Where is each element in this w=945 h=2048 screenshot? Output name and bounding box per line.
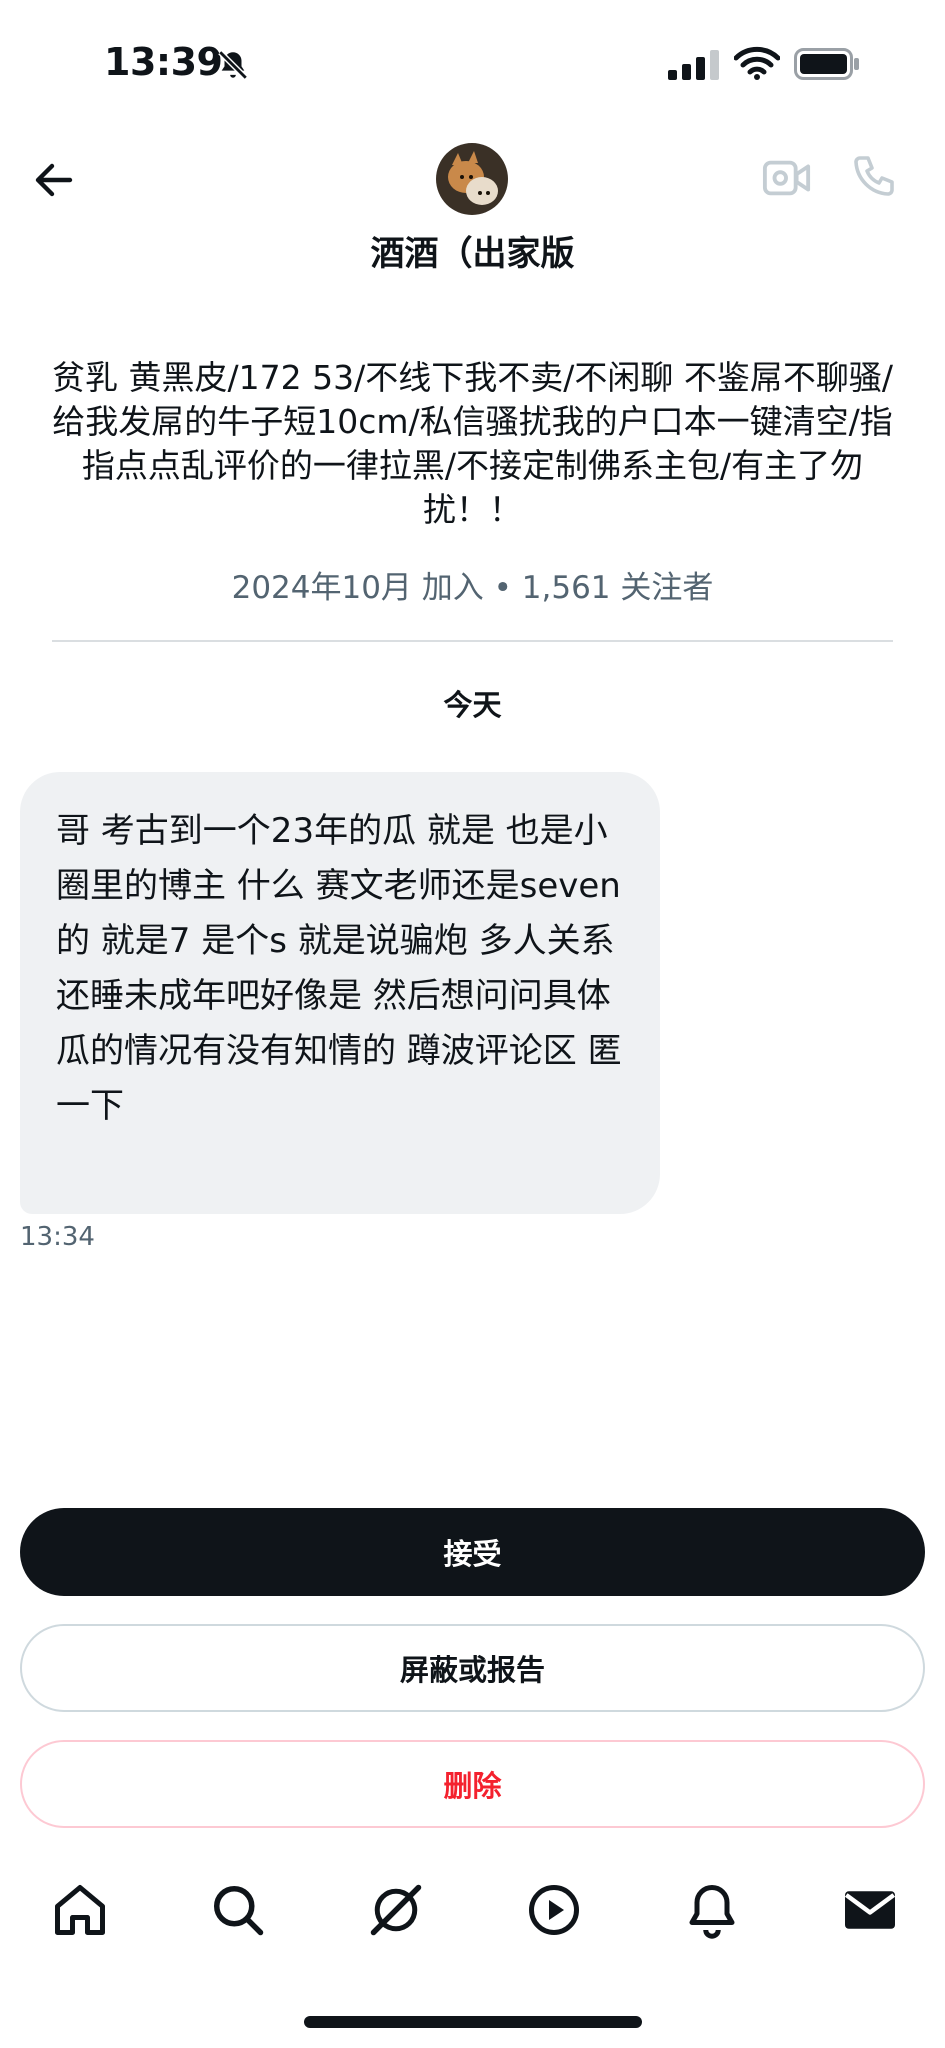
video-call-icon[interactable] <box>762 156 812 200</box>
block-report-button[interactable]: 屏蔽或报告 <box>20 1624 925 1712</box>
grok-icon[interactable] <box>366 1880 426 1940</box>
profile-bio: 贫乳 黄黑皮/172 53/不线下我不卖/不闲聊 不鉴屌不聊骚/给我发屌的牛子短… <box>52 358 893 529</box>
back-arrow-icon[interactable] <box>30 156 78 204</box>
delete-button[interactable]: 删除 <box>20 1740 925 1828</box>
bell-icon[interactable] <box>682 1880 742 1940</box>
wifi-icon <box>734 46 780 80</box>
profile-name[interactable]: 酒酒（出家版 <box>0 226 945 275</box>
bell-off-icon <box>218 50 248 80</box>
bottom-tab-bar <box>0 1880 945 1960</box>
search-icon[interactable] <box>208 1880 268 1940</box>
home-icon[interactable] <box>50 1880 110 1940</box>
accept-button[interactable]: 接受 <box>20 1508 925 1596</box>
cellular-signal-icon <box>668 50 719 80</box>
phone-call-icon[interactable] <box>850 152 898 200</box>
divider <box>52 640 893 642</box>
status-time: 13:39 <box>104 40 223 84</box>
profile-meta: 2024年10月 加入 • 1,561 关注者 <box>231 570 714 606</box>
message-text: 哥 考古到一个23年的瓜 就是 也是小圈里的博主 什么 赛文老师还是seven的… <box>56 811 626 1126</box>
battery-icon <box>794 48 859 80</box>
status-bar: 13:39 <box>0 0 945 130</box>
date-separator: 今天 <box>443 688 502 722</box>
mail-icon[interactable] <box>840 1880 900 1940</box>
message-bubble[interactable]: 哥 考古到一个23年的瓜 就是 也是小圈里的博主 什么 赛文老师还是seven的… <box>20 772 660 1214</box>
play-icon[interactable] <box>524 1880 584 1940</box>
home-indicator <box>304 2016 642 2028</box>
message-timestamp: 13:34 <box>20 1222 95 1252</box>
avatar[interactable] <box>436 143 508 215</box>
